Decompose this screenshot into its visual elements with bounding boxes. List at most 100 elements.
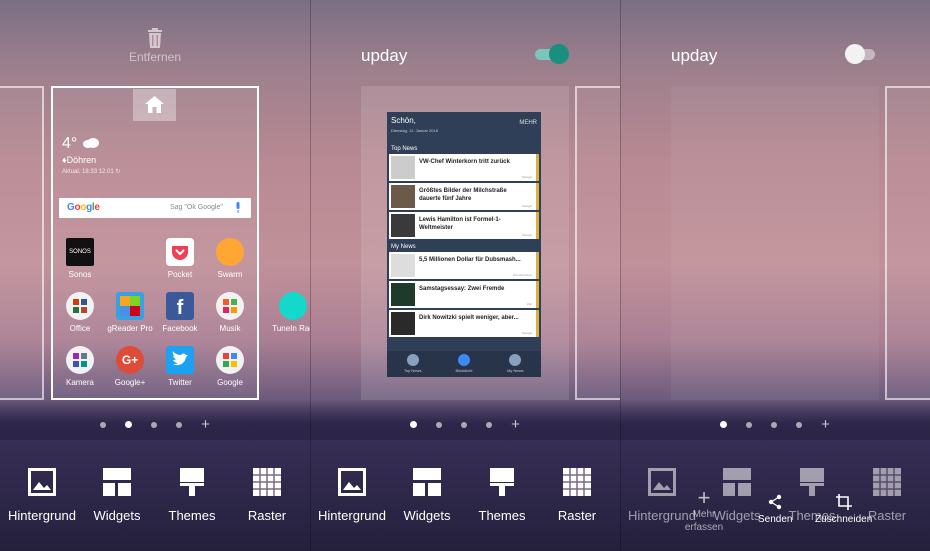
set-home-button[interactable]: [133, 89, 176, 121]
googleplus-icon: G+: [116, 346, 144, 374]
rss-icon: [116, 292, 144, 320]
page-dot[interactable]: [436, 421, 443, 428]
menu-wallpaper-button[interactable]: Hintergrund: [312, 464, 392, 523]
app-kamera-folder[interactable]: Kamera: [55, 346, 105, 387]
page-dot[interactable]: [796, 421, 803, 428]
page-indicator[interactable]: +: [310, 417, 620, 432]
app-facebook[interactable]: f Facebook: [155, 292, 205, 333]
menu-widgets-button[interactable]: Widgets: [387, 464, 467, 523]
app-twitter[interactable]: Twitter: [155, 346, 205, 387]
page-dot[interactable]: [461, 421, 468, 428]
page-dot-active[interactable]: [720, 421, 728, 428]
add-page-icon[interactable]: +: [821, 417, 830, 432]
facebook-icon: f: [166, 292, 194, 320]
right-page-preview[interactable]: [575, 86, 620, 400]
menu-grid-button[interactable]: Raster: [537, 464, 617, 523]
page-indicator[interactable]: +: [620, 417, 930, 432]
menu-label: Themes: [478, 508, 526, 523]
app-sonos[interactable]: SONOS Sonos: [55, 238, 105, 279]
news-source: Spiegel: [521, 233, 532, 237]
upday-toggle[interactable]: [845, 44, 879, 64]
app-label: Kamera: [65, 378, 94, 387]
tab-label: Blickdicht: [455, 368, 473, 373]
app-label: Pocket: [167, 270, 193, 279]
news-title: Samstagsessay: Zwei Fremde: [419, 286, 505, 292]
app-googleplus[interactable]: G+ Google+: [105, 346, 155, 387]
news-item[interactable]: VW-Chef Winterkorn tritt zurück Spiegel: [389, 154, 539, 181]
page-dot[interactable]: [746, 421, 753, 428]
app-greader[interactable]: gReader Pro: [105, 292, 155, 333]
menu-themes-button[interactable]: Themes: [462, 464, 542, 523]
page-dot[interactable]: [151, 421, 158, 428]
grid-icon: [253, 468, 281, 496]
app-label: Sonos: [68, 270, 92, 279]
news-item[interactable]: Größtes Bilder der Milchstraße dauerte f…: [389, 183, 539, 210]
menu-label: Raster: [247, 508, 287, 523]
menu-wallpaper-button[interactable]: Hintergrund: [2, 464, 82, 523]
menu-label: Hintergrund: [8, 508, 76, 523]
app-musik-folder[interactable]: Musik: [205, 292, 255, 333]
menu-themes-button[interactable]: Themes: [152, 464, 232, 523]
action-label: Mehr erfassen: [684, 509, 724, 533]
news-item[interactable]: Samstagsessay: Zwei Fremde Zeit: [389, 281, 539, 308]
add-page-icon[interactable]: +: [201, 417, 210, 432]
twitter-icon: [166, 346, 194, 374]
panel-divider: [620, 0, 621, 551]
news-thumbnail: [391, 185, 415, 208]
news-tab-top[interactable]: Top News: [387, 351, 438, 377]
news-more-link[interactable]: MEHR: [519, 120, 537, 126]
upday-page-preview-disabled[interactable]: [671, 86, 879, 400]
news-title: VW-Chef Winterkorn tritt zurück: [419, 159, 510, 165]
page-dot-active[interactable]: [410, 421, 418, 428]
app-swarm[interactable]: Swarm: [205, 238, 255, 279]
app-tunein-peek[interactable]: TuneIn Rad: [268, 292, 310, 333]
menu-label: Hintergrund: [318, 508, 386, 523]
capture-more-button[interactable]: + Mehr erfassen: [684, 487, 724, 534]
edit-menu: Hintergrund Widgets Themes Raster: [0, 464, 310, 534]
menu-label: Themes: [168, 508, 216, 523]
news-source: Spiegel: [521, 175, 532, 179]
crop-icon: [835, 494, 852, 510]
app-office-folder[interactable]: Office: [55, 292, 105, 333]
app-label: Musik: [219, 324, 241, 333]
news-item[interactable]: 5,5 Millionen Dollar für Dubsmash... Grü…: [389, 252, 539, 279]
app-google-folder[interactable]: Google: [205, 346, 255, 387]
page-dot-active[interactable]: [125, 421, 133, 428]
page-dot[interactable]: [486, 421, 493, 428]
microphone-icon[interactable]: [235, 202, 241, 213]
page-dot[interactable]: [771, 421, 778, 428]
app-label: Facebook: [162, 324, 198, 333]
panel-upday-disabled: upday + Hintergrund Widgets Themes Raste…: [620, 0, 930, 551]
app-label: gReader Pro: [107, 324, 153, 333]
news-thumbnail: [391, 254, 415, 277]
menu-label: Widgets: [93, 508, 141, 523]
folder-icon: [216, 292, 244, 320]
wallpaper-icon: [338, 468, 366, 496]
screenshot-stage: Entfernen 4° ♦Döhren Aktual. 18:33 12.01…: [0, 0, 930, 551]
wallpaper-icon: [28, 468, 56, 496]
page-indicator[interactable]: +: [0, 417, 310, 432]
right-page-preview[interactable]: [885, 86, 930, 400]
news-item[interactable]: Lewis Hamilton ist Formel-1-Weltmeister …: [389, 212, 539, 239]
news-tab-middle[interactable]: Blickdicht: [438, 351, 489, 377]
page-dot[interactable]: [100, 421, 107, 428]
news-item[interactable]: Dirk Nowitzki spielt weniger, aber... Sp…: [389, 310, 539, 337]
trash-icon[interactable]: [143, 26, 167, 50]
weather-city: ♦Döhren: [62, 155, 97, 165]
crop-button[interactable]: Zuschneiden: [815, 494, 872, 525]
app-pocket[interactable]: Pocket: [155, 238, 205, 279]
left-page-preview[interactable]: [0, 86, 44, 400]
news-tab-my[interactable]: My News: [490, 351, 541, 377]
upday-toggle[interactable]: [535, 44, 569, 64]
google-search-bar[interactable]: Google Sag "Ok Google": [59, 198, 251, 218]
menu-widgets-button[interactable]: Widgets: [77, 464, 157, 523]
menu-grid-button[interactable]: Raster: [227, 464, 307, 523]
page-dot[interactable]: [176, 421, 183, 428]
temperature: 4°: [62, 135, 78, 152]
weather-widget[interactable]: 4° ♦Döhren Aktual. 18:33 12.01 ↻: [62, 135, 120, 175]
mountain-silhouette: [620, 400, 930, 440]
add-page-icon[interactable]: +: [511, 417, 520, 432]
upday-news-widget[interactable]: Schön, Dienstag, 12. Januar 2016 MEHR To…: [387, 112, 541, 377]
share-button[interactable]: Senden: [758, 494, 792, 525]
cloud-icon: [82, 138, 99, 148]
